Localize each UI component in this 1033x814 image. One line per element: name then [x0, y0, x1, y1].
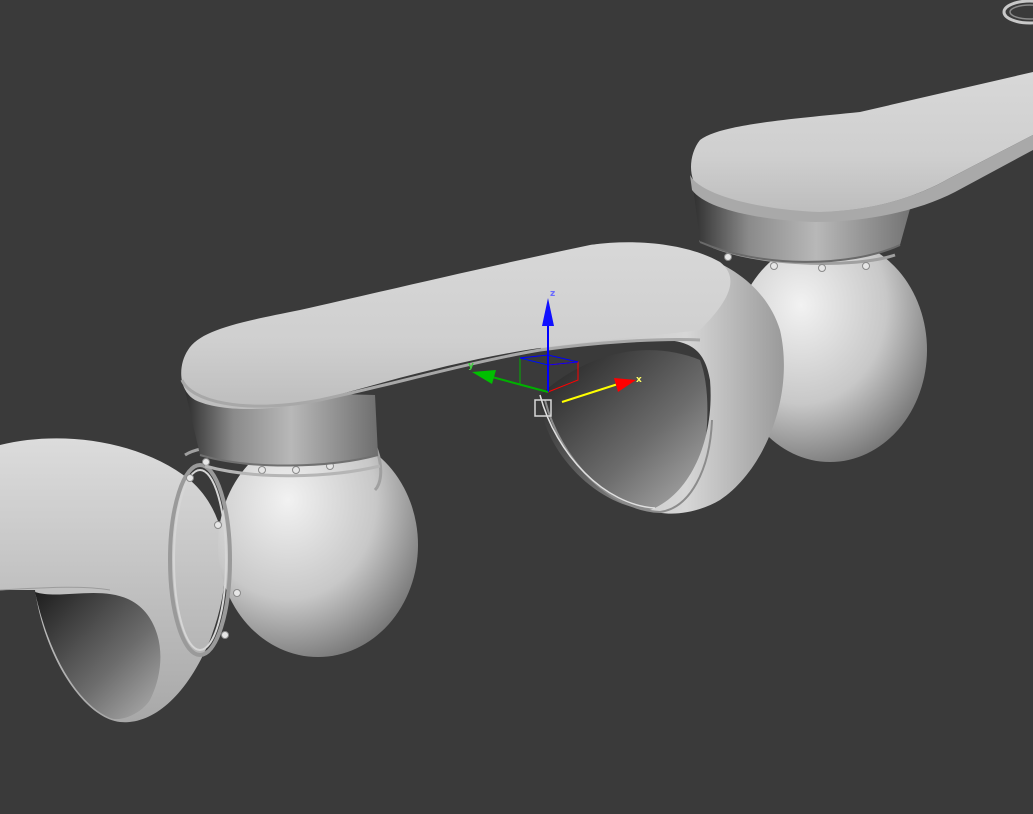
bolt-icon: [258, 466, 266, 474]
bolt-icon: [292, 466, 300, 474]
gizmo-axis-y[interactable]: y: [468, 361, 549, 393]
bolt-icon: [186, 474, 194, 482]
bolt-icon: [202, 458, 210, 466]
axis-z-label: z: [550, 289, 555, 299]
bolt-icon: [818, 264, 826, 272]
3d-viewport[interactable]: z y x: [0, 0, 1033, 814]
viewcube-ring-icon[interactable]: [1002, 0, 1033, 25]
viewport-canvas[interactable]: z y x: [0, 0, 1033, 814]
bolt-icon: [862, 262, 870, 270]
bolt-icon: [724, 253, 732, 261]
bolt-icon: [214, 521, 222, 529]
upper-right-arm[interactable]: [690, 72, 1033, 222]
bolt-icon: [221, 631, 229, 639]
bolt-icon: [233, 589, 241, 597]
axis-y-label: y: [468, 361, 474, 371]
axis-x-label: x: [636, 375, 642, 385]
bolt-icon: [770, 262, 778, 270]
